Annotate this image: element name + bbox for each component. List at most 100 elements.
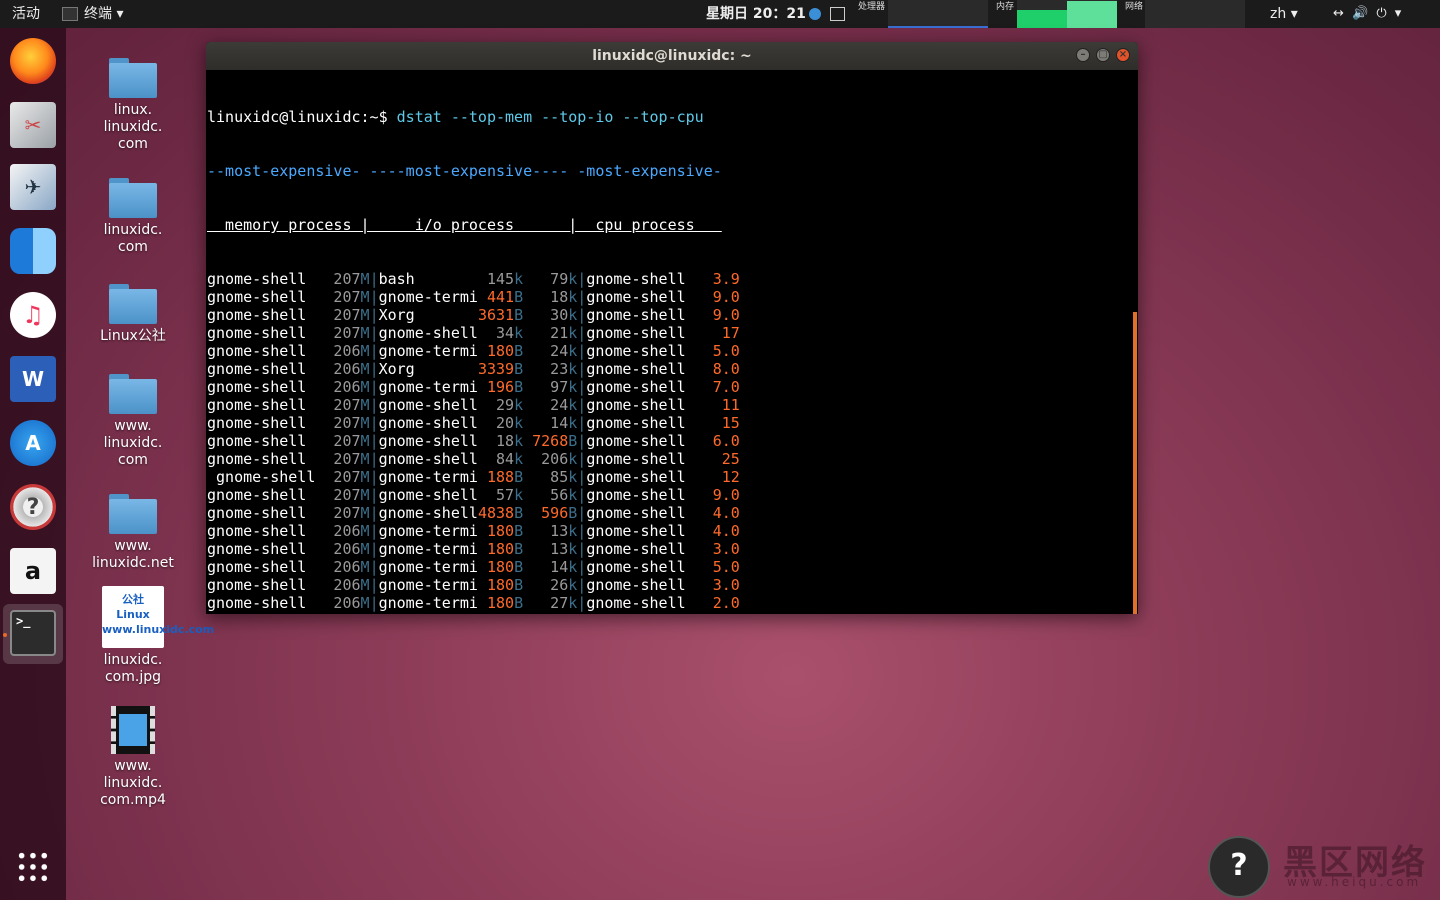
io-write-unit: k bbox=[568, 360, 578, 378]
mem-process: gnome-shell bbox=[207, 468, 316, 486]
mem-value: 206 bbox=[315, 540, 361, 558]
io-read-unit: k bbox=[514, 432, 524, 450]
io-write-value: 79 bbox=[523, 270, 569, 288]
chevron-down-icon: ▾ bbox=[1394, 6, 1404, 21]
activities-button[interactable]: 活动 bbox=[12, 0, 40, 28]
column-separator: | bbox=[369, 594, 379, 612]
column-separator: | bbox=[577, 432, 587, 450]
io-write-value: 206 bbox=[523, 450, 569, 468]
io-read-unit: B bbox=[514, 342, 524, 360]
io-process: gnome-shell bbox=[378, 486, 478, 504]
mail-icon[interactable]: ✈ bbox=[10, 164, 56, 210]
cpu-value: 7.0 bbox=[703, 378, 740, 396]
io-read-value: 57 bbox=[477, 486, 515, 504]
desktop-file-linuxidc-com-mp4[interactable]: www. linuxidc. com.mp4 bbox=[83, 706, 183, 809]
io-write-value: 18 bbox=[523, 288, 569, 306]
io-write-unit: k bbox=[568, 468, 578, 486]
close-icon[interactable]: × bbox=[1116, 48, 1130, 62]
io-write-unit: k bbox=[568, 522, 578, 540]
desktop-file-linuxidc-com-jpg[interactable]: 公社 Linux www.linuxidc.com linuxidc. com.… bbox=[83, 586, 214, 686]
terminal-window[interactable]: linuxidc@linuxidc: ~ – ▢ × linuxidc@linu… bbox=[206, 42, 1138, 614]
app-menu-terminal[interactable]: 终端 ▾ bbox=[62, 0, 123, 28]
mem-unit: M bbox=[360, 576, 370, 594]
io-write-unit: k bbox=[568, 342, 578, 360]
io-read-value: 180 bbox=[477, 576, 515, 594]
terminal-output[interactable]: linuxidc@linuxidc:~$ dstat --top-mem --t… bbox=[207, 72, 1133, 614]
terminal-scrollbar[interactable] bbox=[1133, 312, 1137, 614]
desktop-folder-linuxidc-com[interactable]: linuxidc. com bbox=[83, 178, 183, 256]
shotwell-icon[interactable]: ✂ bbox=[10, 102, 56, 148]
io-write-value: 24 bbox=[523, 342, 569, 360]
io-write-unit: k bbox=[568, 306, 578, 324]
desktop-icon-label: Linux公社 bbox=[100, 328, 166, 344]
cpu-process: gnome-shell bbox=[586, 486, 704, 504]
app-store-icon[interactable]: A bbox=[10, 420, 56, 466]
column-separator: | bbox=[577, 576, 587, 594]
column-separator: | bbox=[369, 504, 379, 522]
word-icon[interactable]: W bbox=[10, 356, 56, 402]
column-separator: | bbox=[369, 522, 379, 540]
mem-process: gnome-shell bbox=[207, 522, 316, 540]
mem-unit: M bbox=[360, 360, 370, 378]
desktop-icon-label: www. linuxidc. com bbox=[103, 418, 163, 468]
column-separator: | bbox=[369, 288, 379, 306]
maximize-icon[interactable]: ▢ bbox=[1096, 48, 1110, 62]
notification-icon bbox=[808, 8, 821, 20]
firefox-icon[interactable] bbox=[10, 38, 56, 84]
desktop-folder-www-linuxidc-net[interactable]: www. linuxidc.net bbox=[83, 494, 183, 572]
io-write-unit: k bbox=[568, 270, 578, 288]
column-separator: | bbox=[369, 468, 379, 486]
folder-icon bbox=[109, 284, 157, 324]
cpu-monitor[interactable]: 处理器 bbox=[858, 0, 988, 28]
mem-unit: M bbox=[360, 504, 370, 522]
running-indicator bbox=[3, 633, 7, 637]
amazon-icon[interactable]: a bbox=[10, 548, 56, 594]
desktop-folder-linux-gongshe[interactable]: Linux公社 bbox=[83, 284, 183, 345]
cpu-process: gnome-shell bbox=[586, 324, 704, 342]
cpu-value: 8.0 bbox=[703, 360, 740, 378]
io-write-value: 24 bbox=[523, 396, 569, 414]
mem-process: gnome-shell bbox=[207, 540, 316, 558]
cpu-value: 9.0 bbox=[703, 306, 740, 324]
mem-value: 207 bbox=[315, 270, 361, 288]
io-read-unit: B bbox=[514, 468, 524, 486]
system-menu[interactable]: ↔ 🔊 ⏻ ▾ bbox=[1333, 0, 1403, 28]
mem-process: gnome-shell bbox=[207, 612, 315, 614]
finder-icon[interactable] bbox=[10, 228, 56, 274]
column-separator: | bbox=[369, 396, 379, 414]
clock[interactable]: 星期日 20：21 bbox=[706, 0, 821, 28]
show-applications-icon[interactable] bbox=[16, 850, 50, 884]
memory-monitor[interactable]: 内存 bbox=[996, 0, 1118, 28]
io-process: gnome-termi bbox=[378, 378, 478, 396]
desktop-icon-label: www. linuxidc.net bbox=[92, 538, 174, 571]
screenshot-indicator[interactable] bbox=[830, 0, 845, 28]
io-write-unit: k bbox=[568, 396, 578, 414]
column-separator: | bbox=[577, 342, 587, 360]
desktop-folder-www-linuxidc-com[interactable]: www. linuxidc. com bbox=[83, 374, 183, 469]
input-method-menu[interactable]: zh ▾ bbox=[1270, 0, 1298, 28]
dstat-row: gnome-shell 206M|gnome-termi 180B 14k|gn… bbox=[207, 612, 1133, 614]
network-monitor[interactable]: 网络 bbox=[1125, 0, 1245, 28]
terminal-icon[interactable]: >_ bbox=[10, 610, 56, 656]
io-process: gnome-termi bbox=[378, 522, 478, 540]
io-read-value: 145 bbox=[477, 270, 515, 288]
io-read-value: 20 bbox=[477, 414, 515, 432]
minimize-icon[interactable]: – bbox=[1076, 48, 1090, 62]
cpu-process: gnome-shell bbox=[586, 612, 703, 614]
help-icon[interactable]: ? bbox=[10, 484, 56, 530]
cpu-process: gnome-shell bbox=[586, 360, 704, 378]
window-titlebar[interactable]: linuxidc@linuxidc: ~ – ▢ × bbox=[206, 42, 1138, 70]
cpu-value: 17 bbox=[703, 324, 740, 342]
column-separator: | bbox=[369, 486, 379, 504]
desktop-folder-linux-linuxidc-com[interactable]: linux. linuxidc. com bbox=[83, 58, 183, 153]
io-write-unit: k bbox=[568, 324, 578, 342]
mem-process: gnome-shell bbox=[207, 486, 316, 504]
mem-process: gnome-shell bbox=[207, 270, 316, 288]
io-process: gnome-termi bbox=[378, 342, 478, 360]
chevron-down-icon: ▾ bbox=[1290, 6, 1298, 22]
shell-prompt: linuxidc@linuxidc:~$ bbox=[207, 108, 388, 126]
music-icon[interactable]: ♫ bbox=[10, 292, 56, 338]
io-write-unit: k bbox=[568, 288, 578, 306]
mem-process: gnome-shell bbox=[207, 288, 316, 306]
io-process: gnome-termi bbox=[379, 612, 478, 614]
